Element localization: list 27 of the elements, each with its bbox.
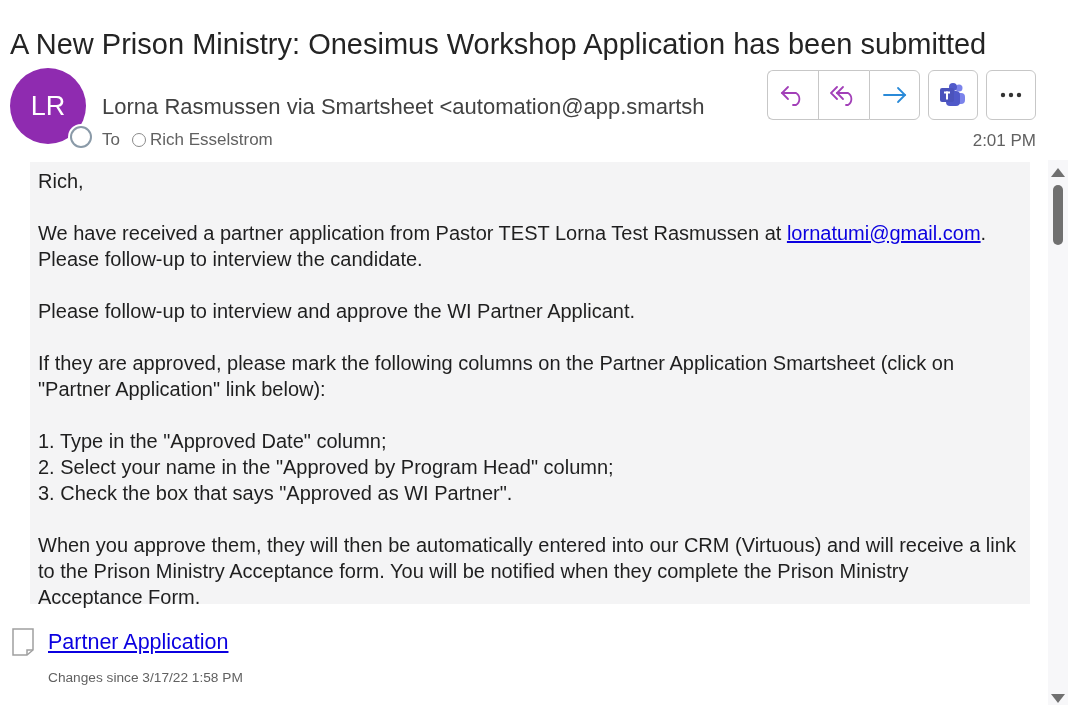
presence-icon	[70, 126, 92, 148]
recipient[interactable]: Rich Esselstrom	[127, 127, 273, 153]
teams-icon	[939, 82, 967, 108]
to-label: To	[102, 129, 120, 151]
scroll-down-icon[interactable]	[1051, 693, 1065, 703]
attachment-link[interactable]: Partner Application	[48, 625, 229, 658]
more-icon	[1000, 92, 1022, 98]
timestamp: 2:01 PM	[972, 130, 1036, 152]
email-subject: A New Prison Ministry: Onesimus Workshop Application has been submitted	[9, 27, 988, 60]
email-link[interactable]: lornatumi@gmail.com	[786, 221, 981, 244]
sender-name: Lorna Rasmussen via Smartsheet <automation@app.smartsh	[102, 93, 706, 121]
paragraph: When you approve them, they will then be automatically entered into our CRM (Virtuous) and will receive a link to the Prison Ministry Acceptance form. You will be notified when they complete the Prison Ministry Acceptance Form.	[38, 532, 1017, 610]
change-note: Changes since 3/17/22 1:58 PM	[47, 668, 244, 687]
forward-arrow-icon	[881, 86, 908, 104]
scroll-up-icon[interactable]	[1051, 167, 1065, 177]
paragraph: 1. Type in the "Approved Date" column; 2. Select your name in the "Approved by Program Head" column; 3. Check the box that says "Approved as WI Partner".	[38, 428, 615, 506]
paragraph: Rich,	[38, 168, 85, 194]
paragraph: Please follow-up to interview and approve the WI Partner Applicant.	[38, 298, 636, 324]
paragraph: We have received a partner application from Pastor TEST Lorna Test Rasmussen at lornatumi@gmail.com. Please follow-up to interview the candidate.	[38, 220, 988, 272]
document-icon	[12, 627, 34, 656]
teams-button[interactable]	[928, 70, 978, 120]
scrollbar[interactable]	[1048, 159, 1068, 705]
reply-all-button[interactable]	[818, 70, 869, 120]
reply-button[interactable]	[767, 70, 818, 120]
paragraph: If they are approved, please mark the following columns on the Partner Application Smartsheet (click on "Partner Application" link below):	[38, 350, 956, 402]
scroll-thumb[interactable]	[1053, 184, 1063, 245]
forward-button[interactable]	[869, 70, 920, 120]
